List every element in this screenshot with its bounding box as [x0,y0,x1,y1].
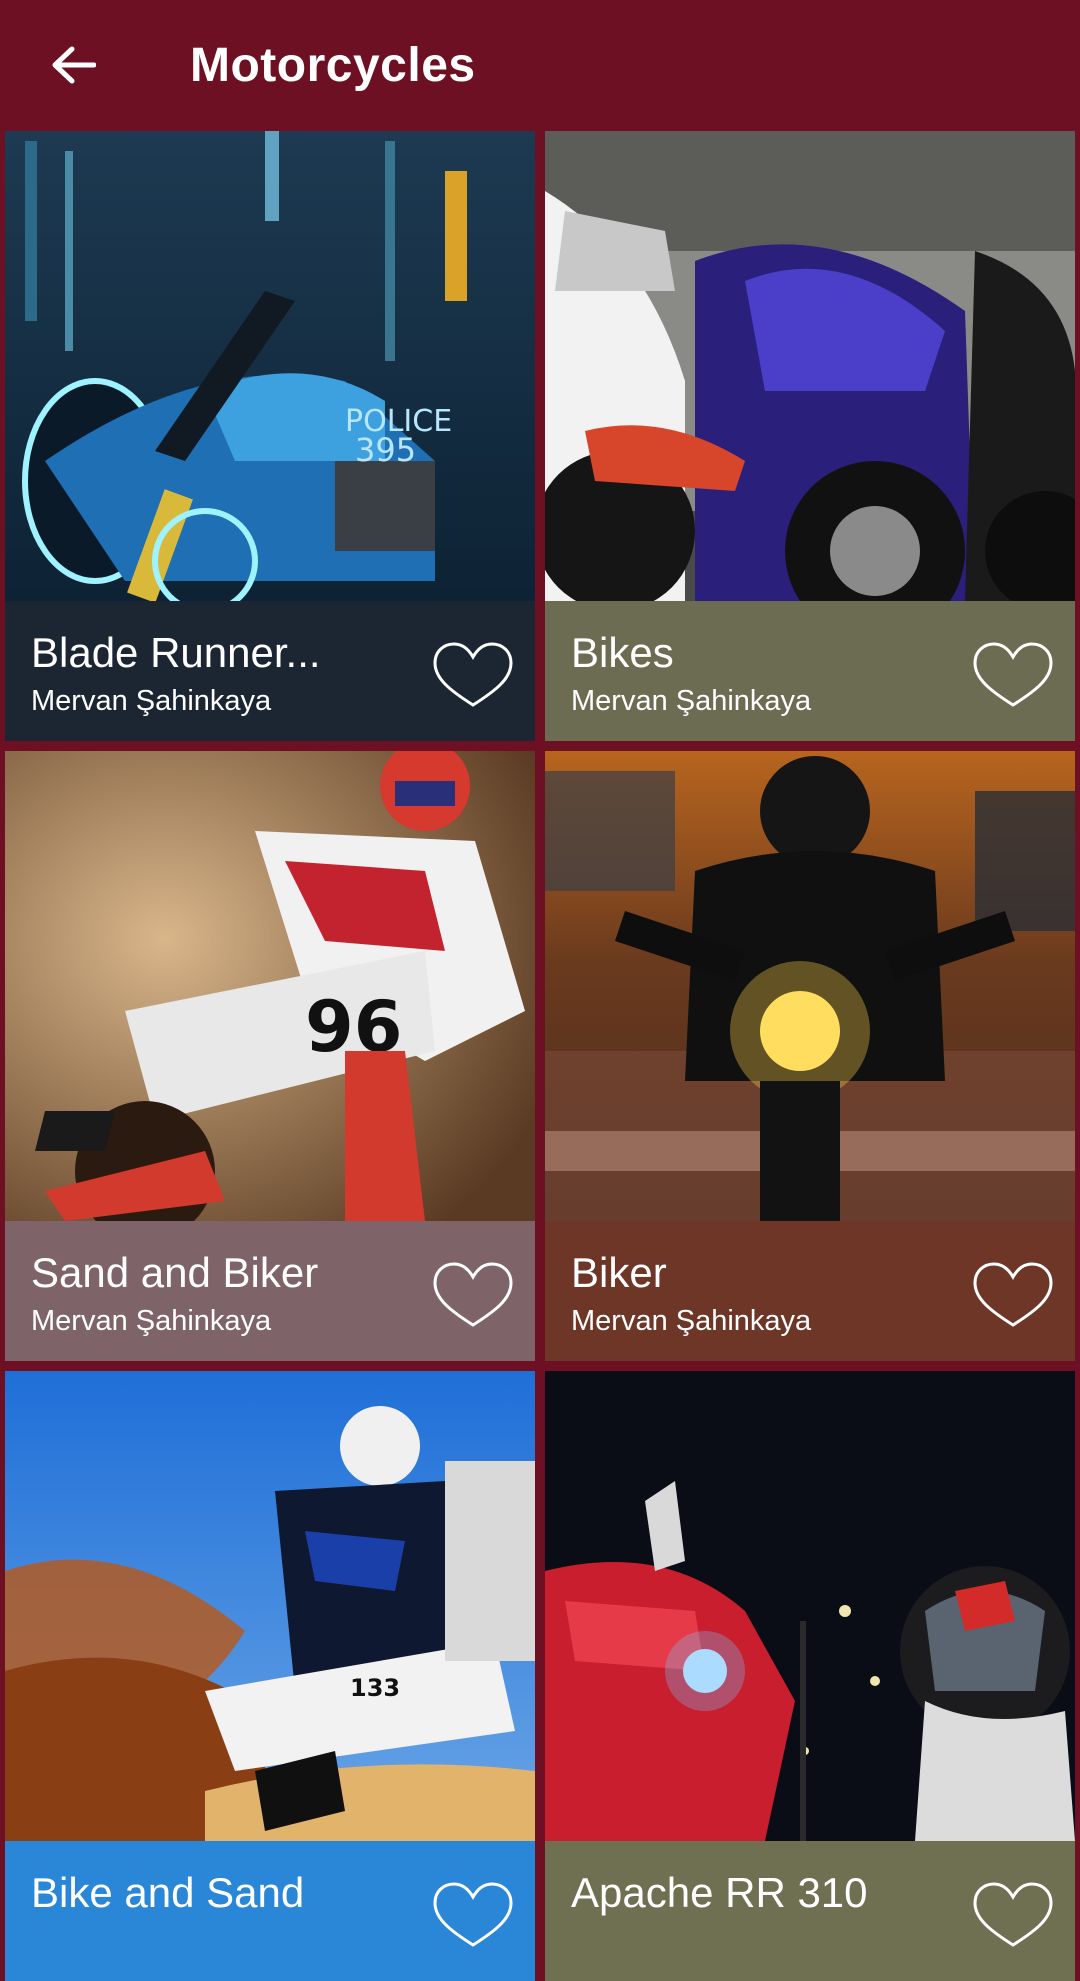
wallpaper-thumbnail[interactable]: 133 [5,1371,535,1841]
card-footer: Sand and Biker Mervan Şahinkaya [5,1221,535,1361]
wallpaper-author: Mervan Şahinkaya [571,685,812,717]
wallpaper-title: Sand and Biker [31,1249,319,1296]
card-footer: Biker Mervan Şahinkaya [545,1221,1075,1361]
wallpaper-grid: POLICE 395 Blade Runner... Mervan Şahink… [5,131,1075,1981]
wallpaper-title: Biker [571,1249,667,1296]
wallpaper-title: Bike and Sand [31,1869,305,1916]
wallpaper-author: Mervan Şahinkaya [571,1305,812,1337]
svg-text:133: 133 [350,1674,400,1702]
page-title: Motorcycles [190,39,476,92]
card-footer: Apache RR 310 [545,1841,1075,1981]
heart-outline-icon[interactable] [431,1881,515,1951]
heart-outline-icon[interactable] [971,1881,1055,1951]
card-footer: Blade Runner... Mervan Şahinkaya [5,601,535,741]
wallpaper-card[interactable]: Bikes Mervan Şahinkaya [545,131,1075,741]
wallpaper-title: Bikes [571,629,674,676]
card-footer: Bikes Mervan Şahinkaya [545,601,1075,741]
wallpaper-thumbnail[interactable]: 96 [5,751,535,1221]
wallpaper-card[interactable]: 96 Sand and Biker Mervan Şahinkaya [5,751,535,1361]
arrow-left-icon [52,46,96,84]
back-button[interactable] [48,40,98,90]
wallpaper-thumbnail[interactable] [545,751,1075,1221]
wallpaper-card[interactable]: 133 Bike and Sand [5,1371,535,1981]
svg-text:395: 395 [355,431,416,469]
wallpaper-card[interactable]: Apache RR 310 [545,1371,1075,1981]
wallpaper-card[interactable]: POLICE 395 Blade Runner... Mervan Şahink… [5,131,535,741]
heart-outline-icon[interactable] [971,641,1055,711]
wallpaper-card[interactable]: Biker Mervan Şahinkaya [545,751,1075,1361]
wallpaper-author: Mervan Şahinkaya [31,685,272,717]
wallpaper-thumbnail[interactable] [545,1371,1075,1841]
wallpaper-title: Apache RR 310 [571,1869,868,1916]
heart-outline-icon[interactable] [431,1261,515,1331]
wallpaper-title: Blade Runner... [31,629,321,676]
heart-outline-icon[interactable] [431,641,515,711]
heart-outline-icon[interactable] [971,1261,1055,1331]
app-bar: Motorcycles [0,0,1080,130]
wallpaper-thumbnail[interactable]: POLICE 395 [5,131,535,601]
card-footer: Bike and Sand [5,1841,535,1981]
wallpaper-author: Mervan Şahinkaya [31,1305,272,1337]
wallpaper-thumbnail[interactable] [545,131,1075,601]
